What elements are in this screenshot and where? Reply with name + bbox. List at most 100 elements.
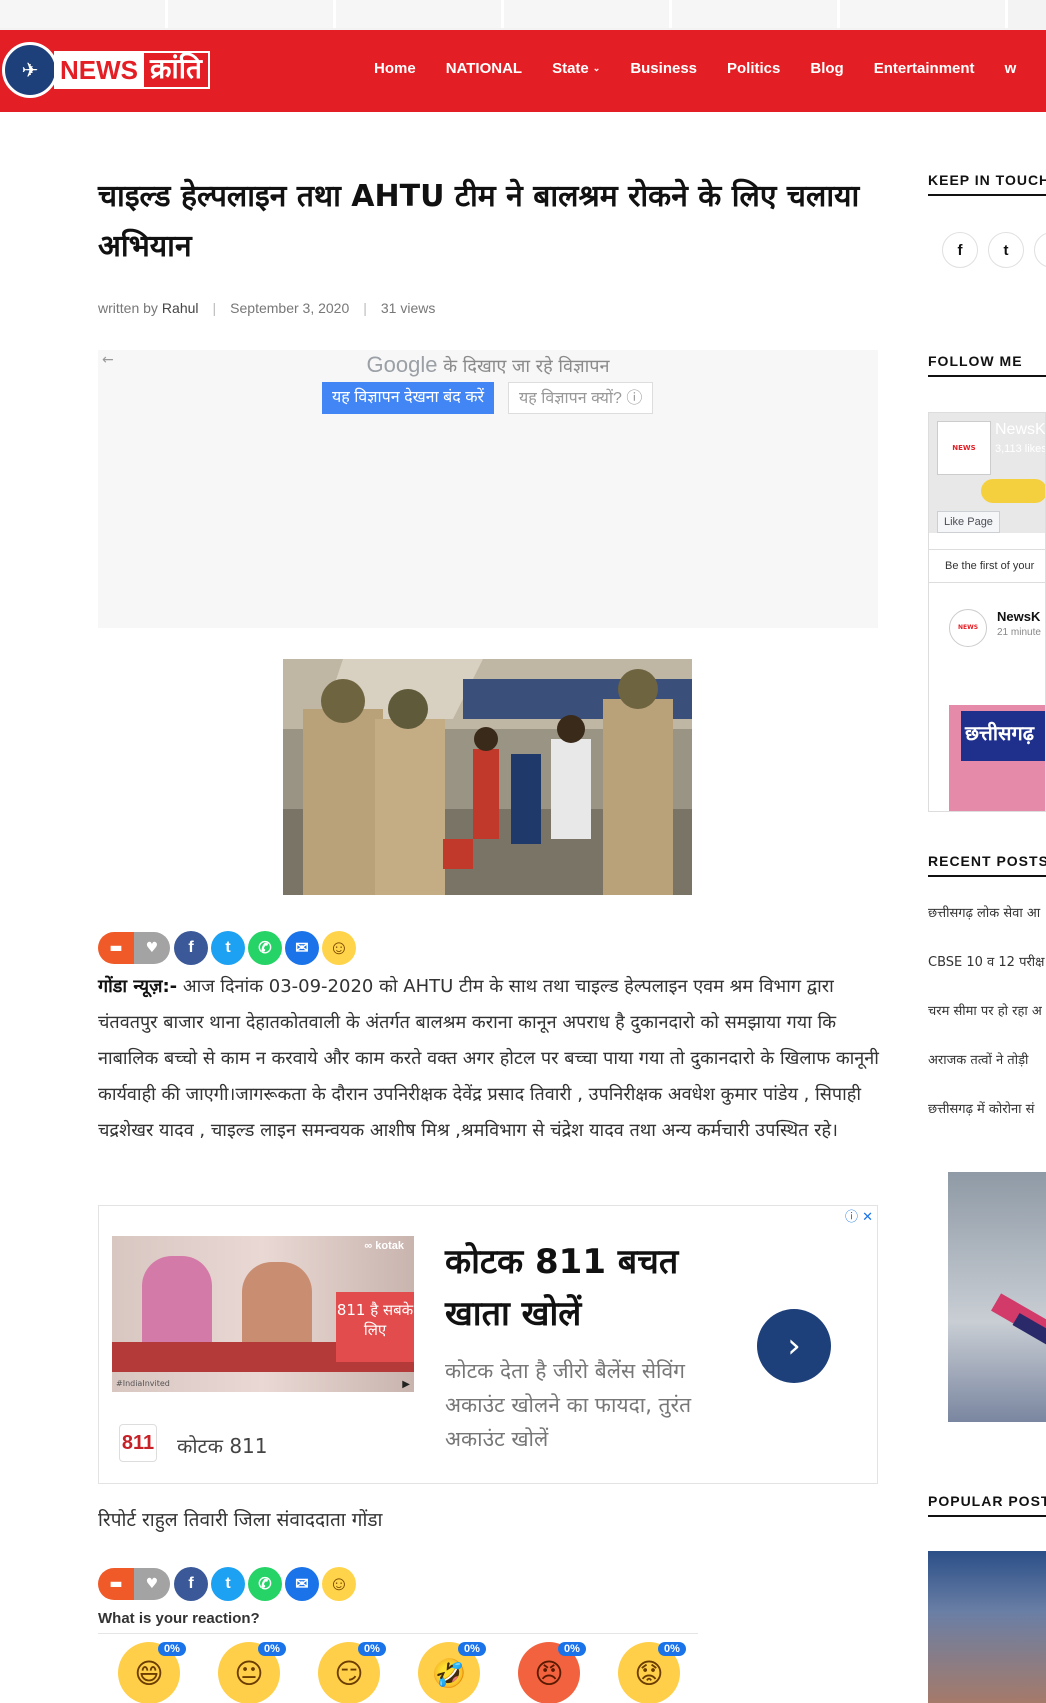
article-date: September 3, 2020	[230, 300, 350, 316]
heart-icon[interactable]: ♥	[134, 1568, 170, 1600]
twitter-share-icon[interactable]: t	[211, 931, 245, 965]
page-logo-thumb: NEWS	[937, 421, 991, 475]
nav-business[interactable]: Business	[630, 60, 697, 77]
ad-hashtag: #IndiaInvited	[116, 1379, 170, 1388]
recent-post-link[interactable]: CBSE 10 व 12 परीक्ष	[928, 952, 1046, 1001]
comment-like-pill: ▬ ♥	[98, 932, 170, 964]
logo-text: NEWS	[54, 51, 142, 89]
fb-cover: NEWS NewsK 3,113 likes Like Page	[929, 413, 1045, 533]
facebook-share-icon[interactable]: f	[174, 931, 208, 965]
kotak-logo-small: ∞ kotak	[364, 1240, 404, 1252]
recent-post-link[interactable]: चरम सीमा पर हो रहा अ	[928, 1001, 1046, 1050]
popular-post-image[interactable]	[928, 1551, 1046, 1703]
main-nav: Home NATIONAL State ⌄ Business Politics B…	[374, 60, 1046, 77]
meta-prefix: written by	[98, 300, 158, 316]
reaction-list: 😄 0% 😐 0% 😏 0% 🤣 0% 😠 0% 😟 0%	[118, 1642, 718, 1703]
email-share-icon[interactable]: ✉	[285, 931, 319, 965]
comment-icon[interactable]: ▬	[98, 1568, 134, 1600]
facebook-share-icon[interactable]: f	[174, 1567, 208, 1601]
reaction-smile-icon[interactable]: ☺	[322, 1567, 356, 1601]
ad-tagline: 811 है सबके लिए	[336, 1292, 414, 1362]
recent-post-link[interactable]: छत्तीसगढ़ लोक सेवा आ	[928, 903, 1046, 952]
reaction-neutral[interactable]: 😐 0%	[218, 1642, 318, 1703]
reaction-sad[interactable]: 😟 0%	[618, 1642, 718, 1703]
page-title: चाइल्ड हेल्पलाइन तथा AHTU टीम ने बालश्रम…	[98, 179, 860, 264]
top-strip-cell	[168, 0, 336, 28]
recent-posts-heading: RECENT POSTS	[928, 853, 1046, 869]
why-ad-button[interactable]: यह विज्ञापन क्यों? ⓘ	[508, 382, 654, 414]
top-strip-cell	[504, 0, 672, 28]
logo-mark-icon: ✈	[2, 42, 58, 98]
article-photo	[283, 659, 692, 895]
heart-icon[interactable]: ♥	[134, 932, 170, 964]
google-logo: Google	[366, 352, 438, 377]
ad-image[interactable]: ∞ kotak 811 है सबके लिए #IndiaInvited ▶	[112, 1236, 414, 1392]
reaction-title: What is your reaction?	[98, 1610, 260, 1627]
ad-close-icon[interactable]: ⓘ ✕	[845, 1206, 873, 1225]
recent-post-link[interactable]: छत्तीसगढ़ में कोरोना सं	[928, 1099, 1046, 1148]
top-ad-strip	[0, 0, 1046, 30]
fb-first-text: Be the first of your	[929, 549, 1045, 583]
report-credit: रिपोर्ट राहुल तिवारी जिला संवाददाता गोंड…	[98, 1509, 383, 1531]
nav-more[interactable]: w	[1005, 60, 1017, 77]
follow-me-heading: FOLLOW ME	[928, 353, 1023, 369]
sidebar-social-links: f t	[942, 232, 1046, 268]
reaction-percent: 0%	[558, 1642, 586, 1656]
reaction-smile-icon[interactable]: ☺	[322, 931, 356, 965]
site-header: ✈ NEWS क्रांति Home NATIONAL State ⌄ Busi…	[0, 30, 1046, 112]
nav-politics[interactable]: Politics	[727, 60, 780, 77]
nav-state[interactable]: State ⌄	[552, 60, 600, 77]
google-ad-caption: Google के दिखाए जा रहे विज्ञापन	[98, 352, 878, 378]
fb-post-image[interactable]: छत्तीसगढ़	[949, 705, 1045, 811]
fb-post-time: 21 minute	[997, 627, 1041, 638]
reaction-angry[interactable]: 😠 0%	[518, 1642, 618, 1703]
fb-post-avatar: NEWS	[949, 609, 987, 647]
google-ad-caption-text: के दिखाए जा रहे विज्ञापन	[437, 356, 610, 377]
whatsapp-share-icon[interactable]: ✆	[248, 1567, 282, 1601]
meta-divider: |	[363, 300, 367, 316]
top-strip-cell	[840, 0, 1008, 28]
chevron-right-icon[interactable]: ›	[757, 1309, 831, 1383]
twitter-share-icon[interactable]: t	[211, 1567, 245, 1601]
kotak-ad[interactable]: ⓘ ✕ ∞ kotak 811 है सबके लिए #IndiaInvite…	[98, 1205, 878, 1484]
ad-brand-name[interactable]: कोटक 811	[177, 1432, 268, 1459]
recent-posts-list: छत्तीसगढ़ लोक सेवा आ CBSE 10 व 12 परीक्ष…	[928, 903, 1046, 1148]
fb-post-author[interactable]: NewsK	[997, 609, 1040, 624]
meta-divider: |	[212, 300, 217, 316]
facebook-page-widget[interactable]: NEWS NewsK 3,113 likes Like Page Be the …	[928, 412, 1046, 812]
fb-like-button[interactable]: Like Page	[937, 511, 1000, 533]
reaction-percent: 0%	[158, 1642, 186, 1656]
article-views: 31 views	[380, 300, 436, 316]
site-logo[interactable]: ✈ NEWS क्रांति	[2, 42, 210, 98]
email-share-icon[interactable]: ✉	[285, 1567, 319, 1601]
stop-ad-button[interactable]: यह विज्ञापन देखना बंद करें	[322, 382, 495, 414]
comment-icon[interactable]: ▬	[98, 932, 134, 964]
ad-headline[interactable]: कोटक 811 बचत खाता खोलें	[445, 1236, 735, 1340]
nav-blog[interactable]: Blog	[810, 60, 843, 77]
author-link[interactable]: Rahul	[162, 300, 199, 316]
top-strip-cell	[672, 0, 840, 28]
reaction-happy[interactable]: 😄 0%	[118, 1642, 218, 1703]
heading-rule	[928, 1515, 1046, 1517]
article-body: गोंडा न्यूज़:- आज दिनांक 03-09-2020 को A…	[98, 969, 883, 1149]
sidebar-ad[interactable]	[948, 1172, 1046, 1422]
fb-page-name[interactable]: NewsK	[995, 421, 1045, 439]
play-store-icon: ▶	[402, 1379, 410, 1390]
reaction-smirk[interactable]: 😏 0%	[318, 1642, 418, 1703]
nav-home[interactable]: Home	[374, 60, 416, 77]
article-meta: written by Rahul | September 3, 2020 | 3…	[98, 300, 435, 316]
article-photo-graphic	[283, 659, 692, 895]
twitter-icon[interactable]: t	[988, 232, 1024, 268]
recent-post-link[interactable]: अराजक तत्वों ने तोड़ी	[928, 1050, 1046, 1099]
whatsapp-share-icon[interactable]: ✆	[248, 931, 282, 965]
reaction-percent: 0%	[258, 1642, 286, 1656]
nav-national[interactable]: NATIONAL	[446, 60, 522, 77]
article-lead: गोंडा न्यूज़:-	[98, 976, 178, 997]
reaction-percent: 0%	[458, 1642, 486, 1656]
comment-like-pill: ▬ ♥	[98, 1568, 170, 1600]
nav-entertainment[interactable]: Entertainment	[874, 60, 975, 77]
facebook-icon[interactable]: f	[942, 232, 978, 268]
social-icon[interactable]	[1034, 232, 1046, 268]
nav-state-label: State	[552, 60, 589, 77]
reaction-laugh[interactable]: 🤣 0%	[418, 1642, 518, 1703]
